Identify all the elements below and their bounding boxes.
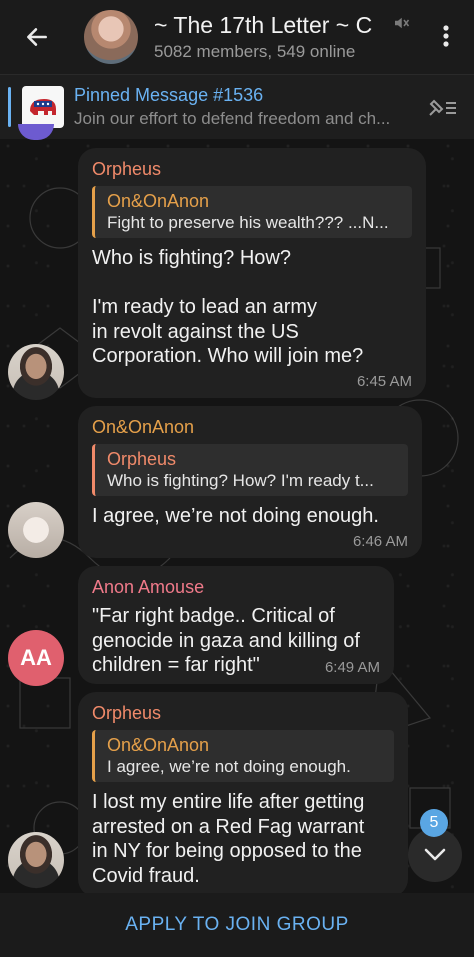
pinned-message-bar[interactable]: Pinned Message #1536 Join our effort to … (0, 74, 474, 139)
chat-avatar[interactable] (84, 10, 138, 64)
back-button[interactable] (0, 0, 74, 74)
more-options-button[interactable] (430, 20, 462, 52)
reply-sender: Orpheus (107, 449, 177, 469)
message-text: I lost my entire life after getting arre… (92, 791, 365, 887)
pinned-indicator (8, 87, 11, 127)
arrow-left-icon (27, 28, 47, 46)
message-sender[interactable]: On&OnAnon (92, 416, 408, 438)
pin-list-icon (429, 99, 456, 116)
message-bubble[interactable]: Orpheus On&OnAnon Fight to preserve his … (78, 148, 426, 398)
reply-text: Fight to preserve his wealth??? ...N... (107, 213, 389, 232)
reply-quote[interactable]: On&OnAnon Fight to preserve his wealth??… (92, 186, 412, 238)
message-bubble[interactable]: Orpheus On&OnAnon I agree, we’re not doi… (78, 692, 408, 897)
message-text: Who is fighting? How? I'm ready to lead … (92, 247, 364, 367)
avatar[interactable] (8, 832, 64, 888)
reply-sender: On&OnAnon (107, 191, 210, 211)
message-bubble[interactable]: Anon Amouse "Far right badge.. Critical … (78, 566, 394, 684)
pinned-title: Pinned Message #1536 (74, 85, 264, 105)
message-sender[interactable]: Anon Amouse (92, 576, 380, 598)
message-sender[interactable]: Orpheus (92, 702, 394, 724)
message-time: 6:46 AM (352, 533, 408, 550)
elephant-logo-icon (30, 99, 56, 115)
avatar[interactable]: AA (8, 630, 64, 686)
message-time: 6:45 AM (356, 373, 412, 390)
reply-text: I agree, we’re not doing enough. (107, 757, 351, 776)
message-bubble[interactable]: On&OnAnon Orpheus Who is fighting? How? … (78, 406, 422, 558)
chat-info[interactable]: ~ The 17th Letter ~ C 5082 members, 549 … (154, 12, 404, 62)
chevron-down-icon (424, 848, 446, 861)
reply-text: Who is fighting? How? I'm ready t... (107, 471, 374, 490)
apply-to-join-button[interactable]: APPLY TO JOIN GROUP (125, 914, 349, 936)
reply-sender: On&OnAnon (107, 735, 210, 755)
muted-icon (392, 14, 410, 37)
join-bar: APPLY TO JOIN GROUP (0, 893, 474, 957)
avatar[interactable] (8, 344, 64, 400)
more-vert-icon (443, 25, 449, 47)
pinned-thumbnail (22, 86, 64, 128)
reply-quote[interactable]: On&OnAnon I agree, we’re not doing enoug… (92, 730, 394, 782)
message-sender[interactable]: Orpheus (92, 158, 412, 180)
message-text: I agree, we’re not doing enough. (92, 505, 379, 527)
chat-subtitle: 5082 members, 549 online (154, 42, 356, 61)
chat-title: ~ The 17th Letter ~ C (154, 12, 373, 38)
unread-count-badge: 5 (420, 809, 448, 837)
avatar[interactable] (8, 502, 64, 558)
message-time: 6:49 AM (324, 659, 380, 676)
pinned-preview: Join our effort to defend freedom and ch… (74, 109, 391, 128)
pinned-list-button[interactable] (426, 95, 458, 124)
chat-header: ~ The 17th Letter ~ C 5082 members, 549 … (0, 0, 474, 74)
reply-quote[interactable]: Orpheus Who is fighting? How? I'm ready … (92, 444, 408, 496)
